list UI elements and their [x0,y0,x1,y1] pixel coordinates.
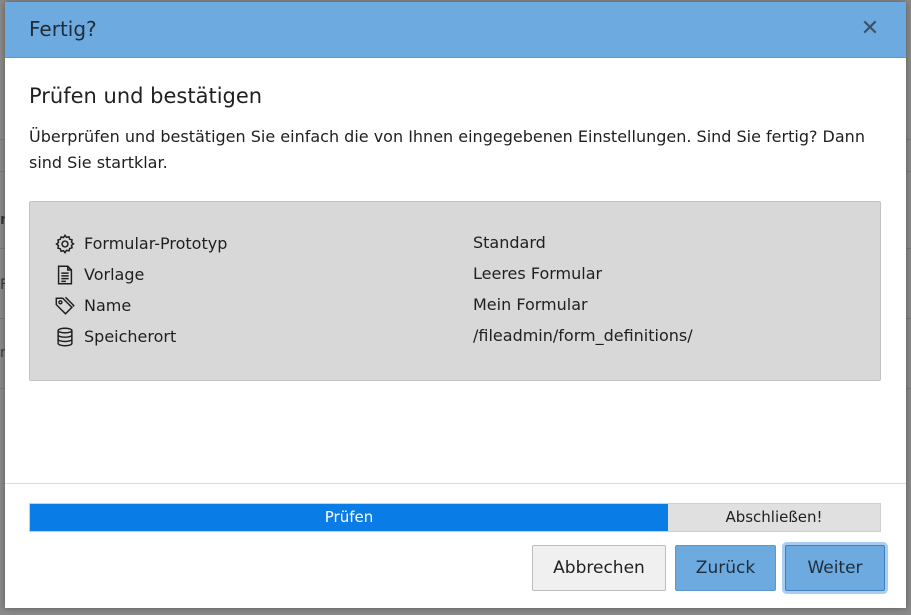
document-icon [54,264,76,286]
section-description: Überprüfen und bestätigen Sie einfach di… [29,127,865,172]
summary-row-name: Name Mein Formular [54,292,854,322]
gear-icon [54,233,76,255]
database-icon [54,326,76,348]
cancel-button[interactable]: Abbrechen [532,545,666,591]
modal-dialog: Fertig? ✕ Prüfen und bestätigen Überprüf… [5,2,906,608]
progress-step-next: Abschließen! [725,508,823,526]
summary-row-location: Speicherort /fileadmin/form_definitions/ [54,323,854,353]
wizard-progress-bar: Prüfen Abschließen! [29,503,881,532]
summary-value: Leeres Formular [473,264,603,283]
modal-body: Prüfen und bestätigen Überprüfen und bes… [5,58,906,482]
summary-label: Vorlage [84,265,145,284]
summary-value: Standard [473,233,546,252]
close-icon[interactable]: ✕ [858,16,882,42]
back-button[interactable]: Zurück [675,545,776,591]
next-button[interactable]: Weiter [785,545,885,591]
summary-label: Formular-Prototyp [84,234,228,253]
summary-value: Mein Formular [473,295,588,314]
summary-label: Name [84,296,132,315]
summary-value: /fileadmin/form_definitions/ [473,326,693,345]
progress-step-current: Prüfen [324,508,374,526]
modal-title: Fertig? [29,17,97,41]
summary-panel: Formular-Prototyp Standard Vorlage Leere… [29,201,881,381]
section-title: Prüfen und bestätigen [29,84,263,108]
summary-row-template: Vorlage Leeres Formular [54,261,854,291]
modal-footer: Prüfen Abschließen! Abbrechen Zurück Wei… [5,483,906,609]
tag-icon [54,295,76,317]
summary-row-prototype: Formular-Prototyp Standard [54,230,854,260]
modal-header: Fertig? ✕ [5,2,906,58]
summary-label: Speicherort [84,327,177,346]
